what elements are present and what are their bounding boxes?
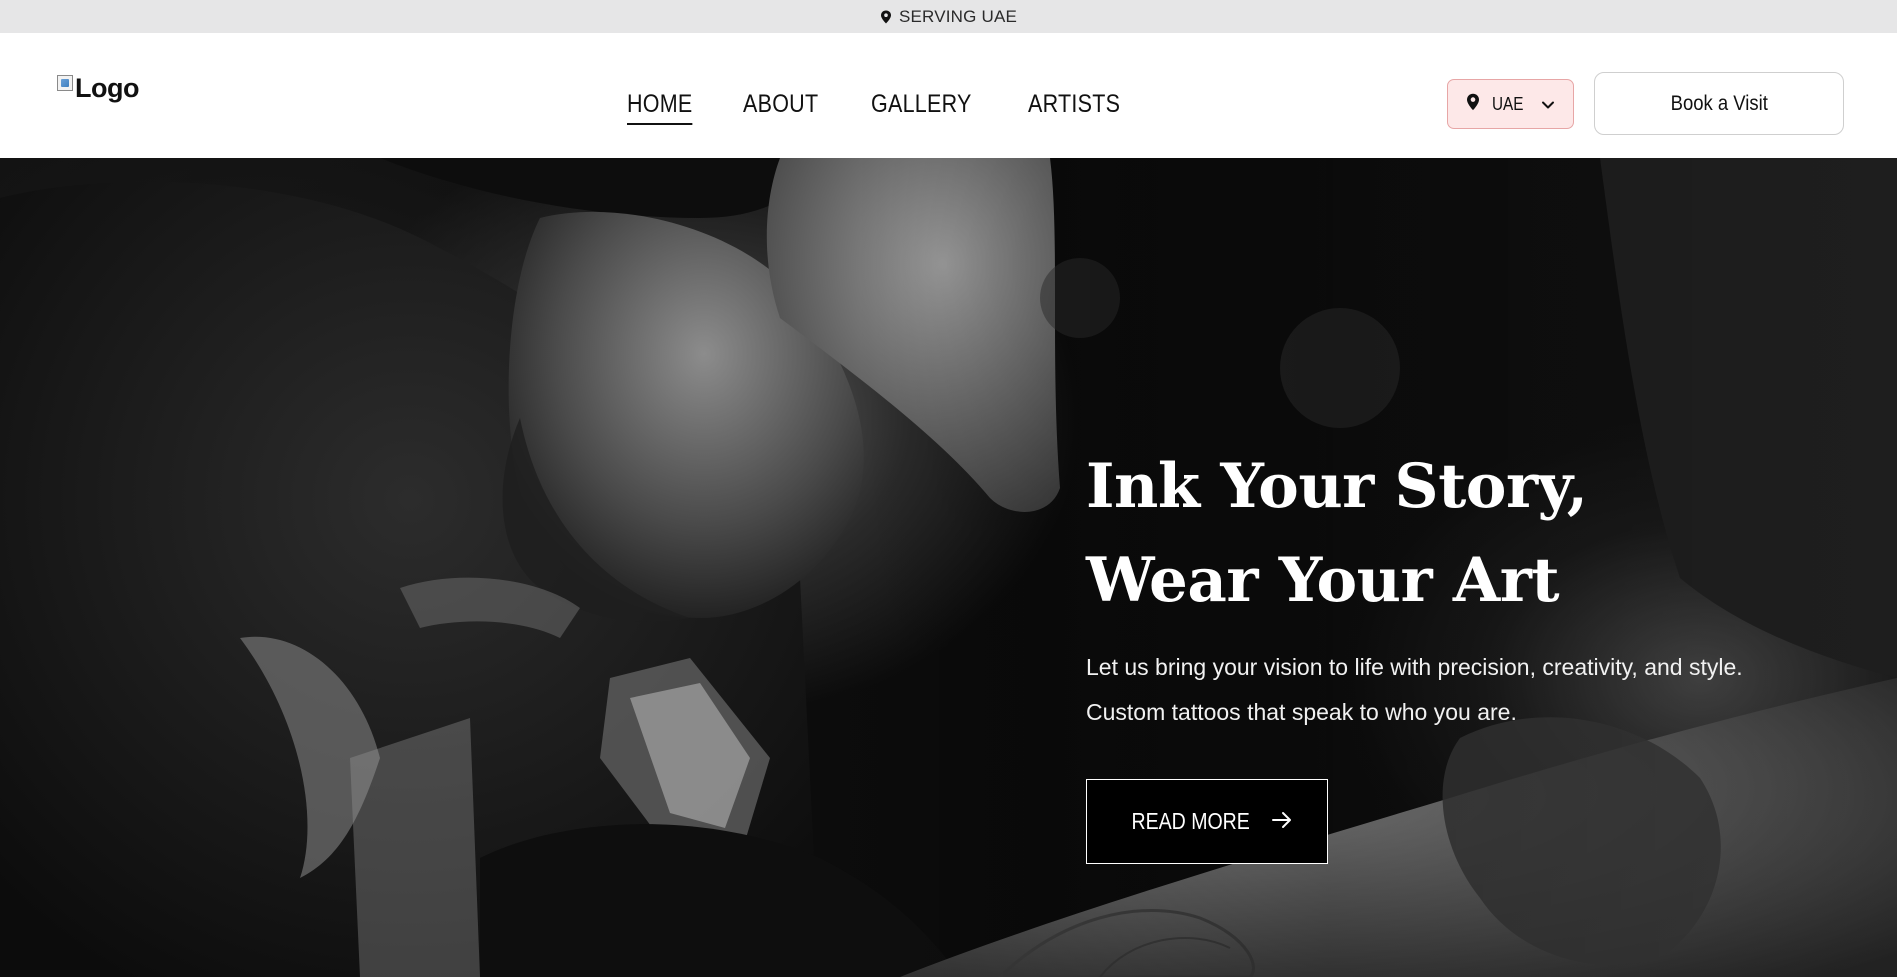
map-pin-icon (880, 10, 892, 24)
site-header: Logo HOME ABOUT GALLERY ARTISTS UAE Book… (0, 33, 1897, 158)
read-more-label: READ MORE (1131, 808, 1251, 834)
hero-section: Ink Your Story, Wear Your Art Let us bri… (0, 158, 1897, 977)
hero-overlay (0, 158, 1897, 977)
chevron-down-icon (1541, 94, 1555, 115)
nav-link-home[interactable]: HOME (627, 90, 693, 125)
hero-subtitle-line-1: Let us bring your vision to life with pr… (1086, 654, 1743, 680)
region-selector[interactable]: UAE (1447, 79, 1574, 129)
nav-link-gallery[interactable]: GALLERY (871, 90, 972, 123)
site-logo[interactable]: Logo (57, 73, 139, 104)
read-more-button[interactable]: READ MORE (1086, 779, 1328, 864)
hero-subtitle-line-2: Custom tattoos that speak to who you are… (1086, 699, 1517, 725)
hero-title-line-1: Ink Your Story, (1086, 451, 1588, 522)
hero-subtitle: Let us bring your vision to life with pr… (1086, 645, 1743, 735)
hero-title: Ink Your Story, Wear Your Art (1086, 440, 1588, 628)
serving-region-text: SERVING UAE (898, 6, 1018, 26)
nav-link-artists[interactable]: ARTISTS (1028, 90, 1120, 123)
main-navigation: HOME ABOUT GALLERY ARTISTS (627, 90, 1135, 125)
top-announcement-bar: SERVING UAE (0, 0, 1897, 33)
broken-image-icon (57, 75, 73, 91)
book-visit-label: Book a Visit (1670, 91, 1768, 115)
map-pin-icon (1466, 93, 1480, 116)
book-visit-button[interactable]: Book a Visit (1594, 72, 1844, 135)
hero-title-line-2: Wear Your Art (1086, 545, 1560, 616)
region-value: UAE (1492, 93, 1524, 114)
logo-alt-text: Logo (75, 73, 139, 103)
nav-link-about[interactable]: ABOUT (743, 90, 818, 123)
arrow-right-icon (1271, 808, 1293, 835)
